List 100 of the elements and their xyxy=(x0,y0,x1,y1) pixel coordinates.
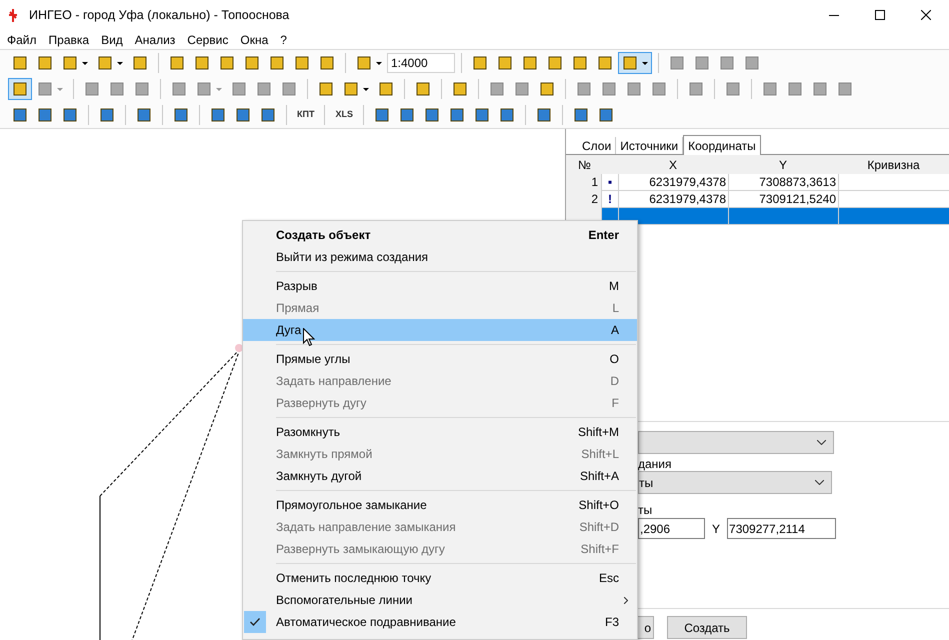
square-icon xyxy=(319,55,335,71)
menu-item[interactable]: Дуга A xyxy=(243,319,637,341)
row-number: 2 xyxy=(566,191,601,208)
square-icon xyxy=(260,107,276,123)
menu-item[interactable]: Выйти из режима создания xyxy=(243,246,637,268)
dialog-button[interactable]: о xyxy=(638,616,654,639)
square-icon xyxy=(109,81,125,97)
square-icon xyxy=(294,55,310,71)
table-cell: 6231979,4378 xyxy=(618,191,728,208)
menu-item[interactable]: Замкнуть дугой Shift+A xyxy=(243,465,637,487)
column-header: № xyxy=(577,156,592,174)
square-icon xyxy=(725,81,741,97)
marker-cell: ! xyxy=(601,191,618,208)
square-icon xyxy=(244,55,260,71)
app-logo-icon xyxy=(9,8,17,22)
menu-item[interactable]: Создать объект Enter xyxy=(243,224,637,246)
square-icon xyxy=(688,81,704,97)
column-header: Y xyxy=(778,156,788,174)
square-icon xyxy=(12,81,28,97)
menu-item[interactable]: Автоматическое подравнивание F3 xyxy=(243,611,637,633)
close-icon xyxy=(921,10,931,20)
caret-icon xyxy=(376,62,382,64)
y-coordinate-field[interactable]: 7309277,2114 xyxy=(727,518,836,539)
caret-icon xyxy=(216,88,222,90)
square-icon xyxy=(219,55,235,71)
square-icon xyxy=(12,55,28,71)
menu-item[interactable]: Правка xyxy=(42,30,96,49)
field-label: дания xyxy=(638,457,673,471)
square-icon xyxy=(194,55,210,71)
square-icon xyxy=(356,55,372,71)
square-icon xyxy=(12,107,28,123)
square-icon xyxy=(448,107,465,123)
minimize-icon xyxy=(829,14,839,16)
square-icon xyxy=(398,107,415,123)
square-icon xyxy=(343,81,359,97)
dialog-button[interactable]: Создать xyxy=(667,616,747,639)
square-icon xyxy=(837,81,853,97)
menu-item[interactable]: Окна xyxy=(234,30,274,49)
square-icon xyxy=(99,107,115,123)
menu-item[interactable]: Файл xyxy=(1,30,43,49)
caret-icon xyxy=(642,62,648,64)
toolbar-button[interactable]: XLS xyxy=(331,104,357,126)
toolbar-button[interactable] xyxy=(8,78,32,100)
chevron-down-icon xyxy=(815,480,824,485)
menu-item[interactable]: Прямоугольное замыкание Shift+O xyxy=(243,494,637,516)
square-icon xyxy=(622,55,638,71)
square-icon xyxy=(37,107,53,123)
square-icon xyxy=(787,81,803,97)
square-icon xyxy=(472,55,488,71)
menu-item[interactable]: Отменить последнюю точку Esc xyxy=(243,567,637,589)
dropdown[interactable]: ты xyxy=(638,471,832,494)
square-icon xyxy=(539,81,555,97)
square-icon xyxy=(132,55,148,71)
table-cell: 7308873,3613 xyxy=(728,174,838,191)
square-icon xyxy=(37,81,53,97)
square-icon xyxy=(415,81,431,97)
caret-icon xyxy=(363,88,369,90)
menu-item[interactable]: Сервис xyxy=(181,30,234,49)
toolbar-button[interactable]: КПТ xyxy=(293,104,318,126)
square-icon xyxy=(719,55,735,71)
square-icon xyxy=(669,55,685,71)
window-title: ИНГЕО - город Уфа (локально) - Топооснова xyxy=(29,6,290,24)
square-icon xyxy=(522,55,538,71)
row-number: 1 xyxy=(566,174,601,191)
square-icon xyxy=(572,107,589,123)
square-icon xyxy=(626,81,642,97)
column-header: X xyxy=(668,156,678,174)
toolbar-button[interactable] xyxy=(618,52,652,74)
menu-item[interactable]: Прямые углы O xyxy=(243,348,637,370)
square-icon xyxy=(598,107,614,123)
square-icon xyxy=(374,107,390,123)
tab[interactable]: Слои xyxy=(578,137,616,154)
tab[interactable]: Координаты xyxy=(683,135,761,155)
menu-item[interactable]: Вид xyxy=(95,30,129,49)
square-icon xyxy=(37,55,53,71)
square-icon xyxy=(452,81,468,97)
scale-field[interactable]: 1:4000 xyxy=(387,53,455,73)
square-icon xyxy=(231,81,247,97)
caret-icon xyxy=(57,88,63,90)
square-icon xyxy=(235,107,251,123)
square-icon xyxy=(173,107,189,123)
menu-item[interactable]: Разомкнуть Shift+M xyxy=(243,421,637,443)
square-icon xyxy=(269,55,285,71)
square-icon xyxy=(136,107,152,123)
column-header: Кривизна xyxy=(866,156,921,174)
square-icon xyxy=(474,107,490,123)
square-icon xyxy=(576,81,592,97)
square-icon xyxy=(744,55,760,71)
checkmark-icon xyxy=(244,611,266,633)
square-icon xyxy=(62,107,78,123)
menu-item[interactable]: ? xyxy=(274,30,293,49)
menu-item[interactable]: Вспомогательные линии xyxy=(243,589,637,611)
menu-item[interactable]: Анализ xyxy=(128,30,182,49)
square-icon xyxy=(196,81,212,97)
cursor-icon xyxy=(303,328,315,347)
x-coordinate-field[interactable]: ,2906 xyxy=(638,518,705,539)
square-icon xyxy=(597,55,613,71)
square-icon xyxy=(498,107,515,123)
menu-item[interactable]: Разрыв M xyxy=(243,275,637,297)
square-icon xyxy=(256,81,272,97)
